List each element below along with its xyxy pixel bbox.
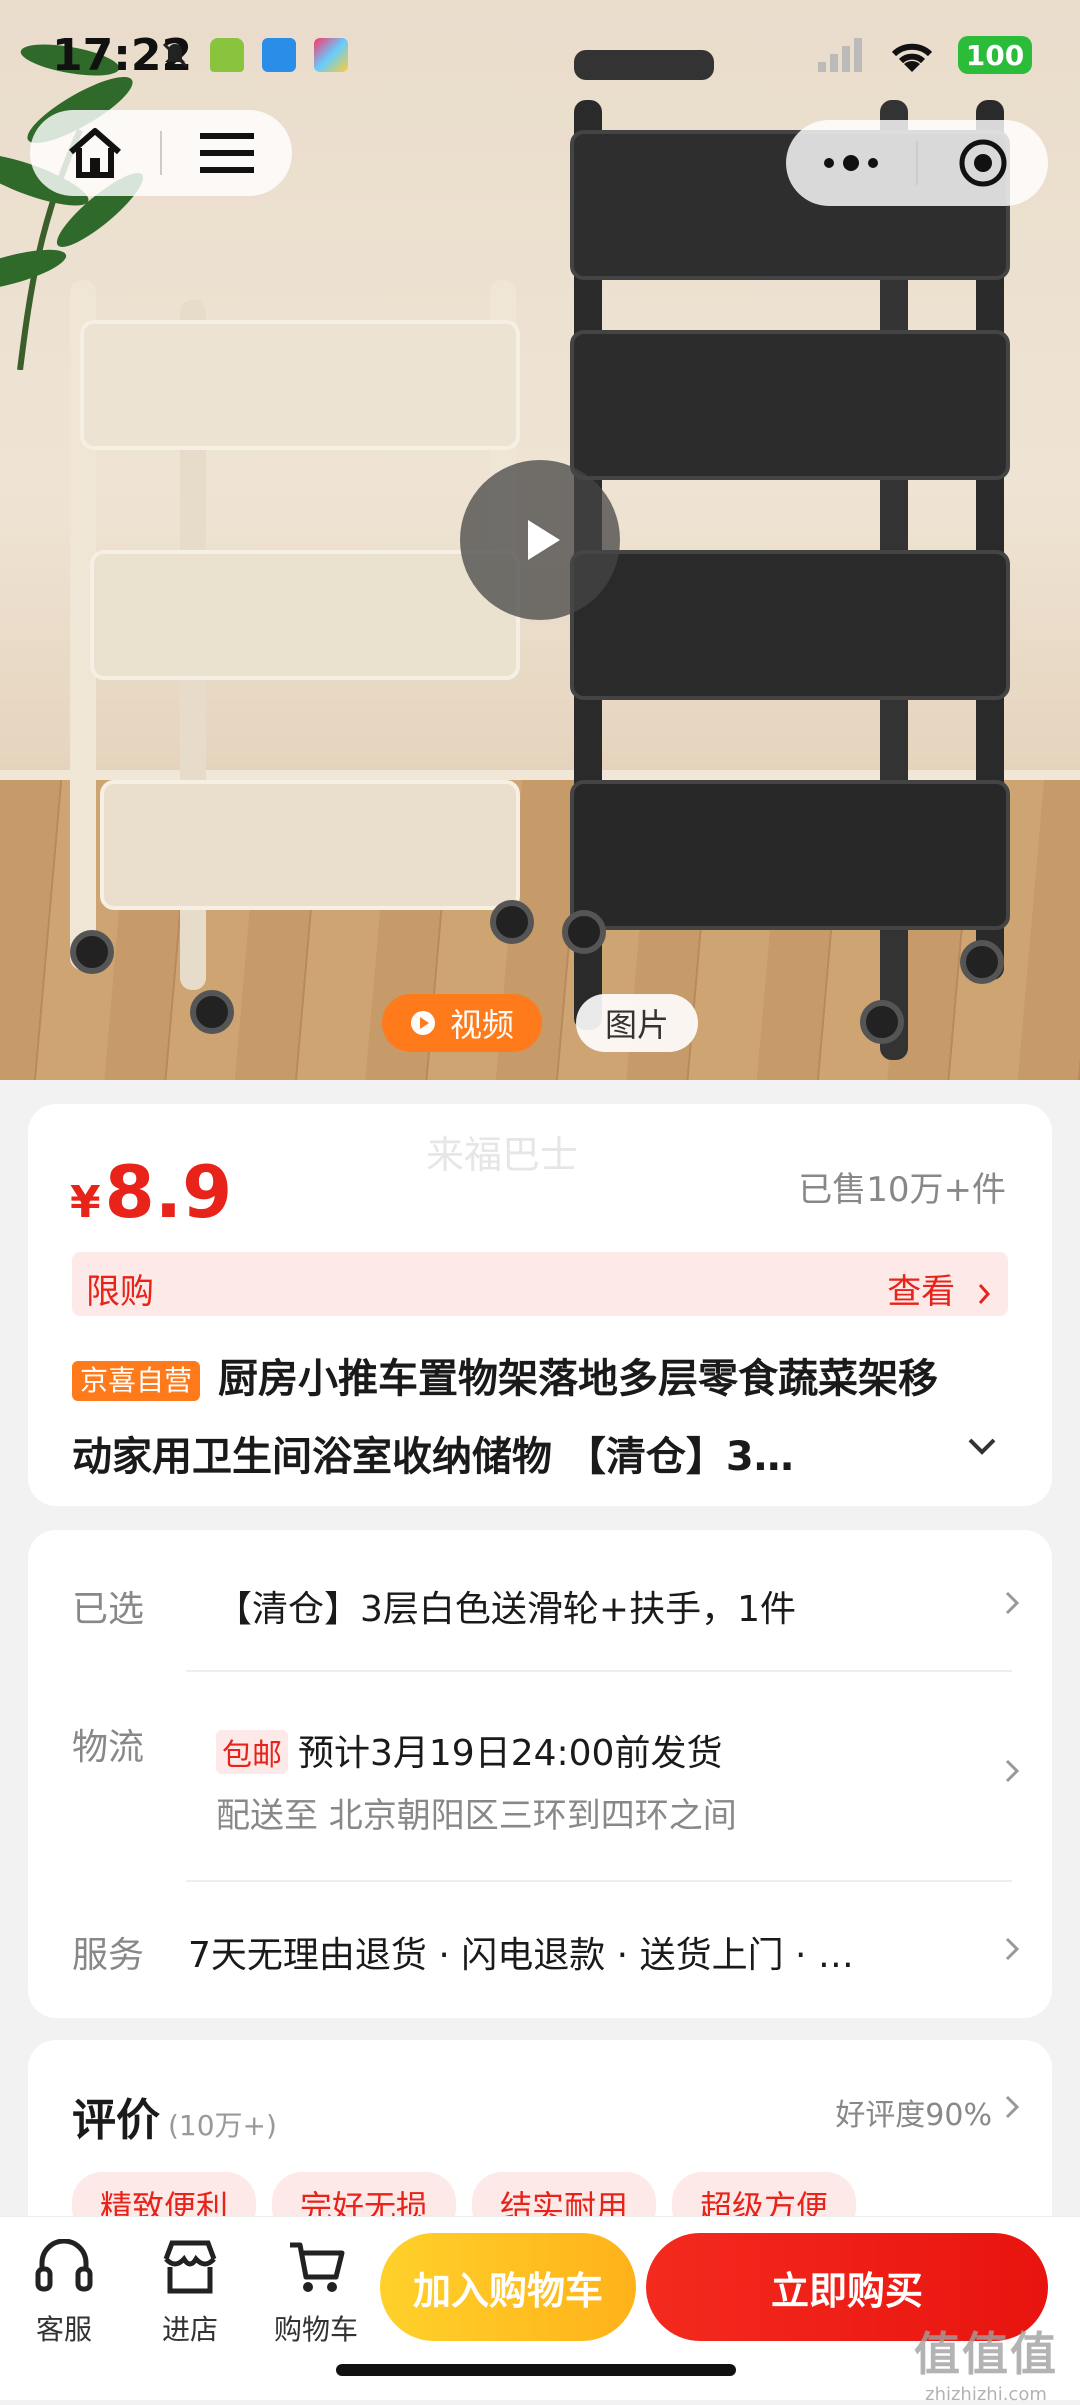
deliver-to: 配送至 北京朝阳区三环到四环之间: [216, 1796, 737, 1836]
white-cart-image: [60, 260, 540, 1040]
expand-title-button[interactable]: [966, 1436, 998, 1462]
service-label: 服务: [72, 1935, 145, 1976]
ship-time-text: 预计3月19日24:00前发货: [298, 1733, 723, 1774]
signal-icon: [818, 38, 862, 72]
service-label-text: 客服: [35, 2313, 92, 2346]
limit-view-link[interactable]: 查看: [887, 1264, 996, 1313]
customer-service-button[interactable]: 客服: [14, 2238, 114, 2348]
corner-watermark-big: 值值值: [914, 2327, 1058, 2381]
price-currency: ¥: [70, 1177, 101, 1228]
price-card: 来福巴士 ¥ 8.9 已售10万+件 限购 查看 京喜自营 厨房小推车置物架落地多…: [28, 1104, 1052, 1506]
status-bar: 17:22 100: [0, 0, 1080, 110]
watermark-text: 来福巴士: [426, 1133, 579, 1177]
jingxi-badge: 京喜自营: [72, 1361, 201, 1401]
nav-left-pill: [30, 110, 292, 196]
chevron-right-icon: [1005, 1937, 1020, 1961]
limit-label: 限购: [86, 1272, 154, 1312]
menu-icon: [200, 133, 254, 173]
service-value: 7天无理由退货 · 闪电退款 · 送货上门 · …: [188, 1935, 854, 1976]
headset-icon: [35, 2238, 93, 2292]
details-card: 已选 【清仓】3层白色送滑轮+扶手，1件 物流 包邮 预计3月19日24:00前发…: [28, 1530, 1052, 2018]
wifi-icon: [891, 43, 933, 72]
tab-video-label: 视频: [449, 1006, 514, 1044]
close-mini-program-button[interactable]: [918, 120, 1048, 206]
logistics-row[interactable]: 物流 包邮 预计3月19日24:00前发货 配送至 北京朝阳区三环到四环之间: [72, 1718, 1022, 1868]
target-circle-icon: [959, 139, 1007, 187]
sold-count: 已售10万+件: [798, 1170, 1006, 1210]
play-circle-icon: [410, 1011, 435, 1035]
more-dots-icon: [824, 155, 878, 171]
play-video-button[interactable]: [460, 460, 620, 620]
home-indicator[interactable]: [336, 2364, 736, 2376]
price-value: 8.9: [104, 1150, 233, 1234]
android-icon: [210, 38, 244, 72]
battery-indicator: 100: [958, 36, 1032, 74]
status-right-icons: 100: [816, 36, 1032, 74]
tab-photo[interactable]: 图片: [576, 994, 698, 1052]
cart-button[interactable]: 购物车: [266, 2239, 366, 2348]
chevron-right-icon: [1005, 2095, 1020, 2119]
tab-photo-label: 图片: [604, 1006, 669, 1044]
corner-watermark-small: zhizhizhi.com: [925, 2384, 1047, 2405]
positive-rating[interactable]: 好评度90%: [835, 2090, 992, 2134]
cart-label-text: 购物车: [273, 2313, 358, 2346]
home-icon: [69, 128, 121, 178]
selected-label: 已选: [72, 1589, 145, 1630]
reviews-count: (10万+): [168, 2109, 277, 2142]
selected-value: 【清仓】3层白色送滑轮+扶手，1件: [216, 1589, 796, 1630]
store-button[interactable]: 进店: [140, 2239, 240, 2348]
selected-row[interactable]: 已选 【清仓】3层白色送滑轮+扶手，1件: [72, 1580, 1022, 1640]
reviews-title-text: 评价: [72, 2095, 160, 2146]
home-button[interactable]: [30, 110, 160, 196]
mini-program-capsule: [786, 120, 1048, 206]
divider: [186, 1670, 1012, 1672]
chevron-right-icon: [1005, 1591, 1020, 1615]
store-icon: [163, 2240, 217, 2294]
product-title: 京喜自营 厨房小推车置物架落地多层零食蔬菜架移动家用卫生间浴室收纳储物 【清仓】3…: [72, 1340, 972, 1496]
app-color-icon: [314, 38, 348, 72]
reviews-title: 评价 (10万+): [72, 2084, 277, 2148]
divider: [186, 1880, 1012, 1882]
chevron-right-icon: [978, 1283, 991, 1304]
cart-icon: [290, 2242, 345, 2292]
chevron-right-icon: [1005, 1759, 1020, 1783]
logistics-label: 物流: [72, 1727, 145, 1768]
chevron-down-icon: [968, 1438, 996, 1455]
mute-bell-icon: [158, 38, 192, 72]
play-icon: [528, 520, 560, 560]
store-label-text: 进店: [161, 2313, 218, 2346]
tab-video[interactable]: 视频: [382, 994, 542, 1052]
product-title-text: 厨房小推车置物架落地多层零食蔬菜架移动家用卫生间浴室收纳储物 【清仓】3…: [72, 1356, 939, 1480]
service-row[interactable]: 服务 7天无理由退货 · 闪电退款 · 送货上门 · …: [72, 1926, 1022, 1986]
corner-watermark: 值值值 zhizhizhi.com: [914, 2318, 1058, 2405]
menu-button[interactable]: [162, 110, 292, 196]
add-to-cart-button[interactable]: 加入购物车: [380, 2233, 636, 2341]
ship-time: 包邮 预计3月19日24:00前发货: [216, 1724, 722, 1776]
purchase-limit-bar[interactable]: 限购 查看: [72, 1252, 1008, 1316]
app-blue-icon: [262, 38, 296, 72]
price: ¥ 8.9: [70, 1150, 232, 1234]
limit-view-label: 查看: [887, 1272, 956, 1312]
status-notification-icons: [158, 38, 348, 72]
more-options-button[interactable]: [786, 120, 916, 206]
free-shipping-badge: 包邮: [216, 1730, 288, 1774]
